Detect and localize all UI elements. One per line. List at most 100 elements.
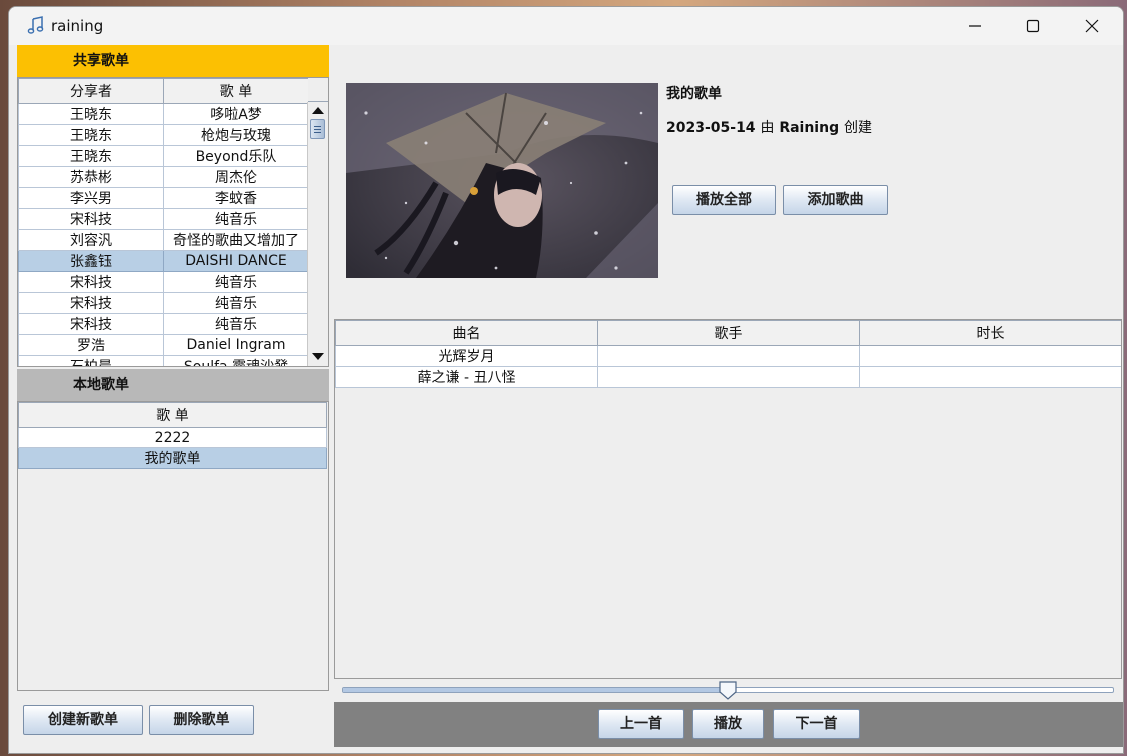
playlist-cell[interactable]: 纯音乐 bbox=[163, 271, 309, 293]
table-row[interactable]: 刘容汎 奇怪的歌曲又增加了 bbox=[18, 229, 309, 251]
song-title-cell[interactable]: 薛之谦 - 丑八怪 bbox=[335, 366, 598, 388]
table-header-row: 歌 单 bbox=[18, 402, 327, 428]
playlist-detail-panel: 我的歌单 2023-05-14 由 Raining 创建 播放全部 添加歌曲 曲… bbox=[334, 45, 1123, 747]
songs-table-container: 曲名 歌手 时长 光辉岁月 薛之谦 - 丑八怪 bbox=[334, 319, 1122, 679]
table-row[interactable]: 苏恭彬 周杰伦 bbox=[18, 166, 309, 188]
column-header-sharer[interactable]: 分享者 bbox=[18, 78, 164, 104]
table-row[interactable]: 王晓东 Beyond乐队 bbox=[18, 145, 309, 167]
create-playlist-button[interactable]: 创建新歌单 bbox=[23, 705, 143, 735]
add-song-button[interactable]: 添加歌曲 bbox=[783, 185, 888, 215]
column-header-duration[interactable]: 时长 bbox=[859, 320, 1121, 346]
play-all-button[interactable]: 播放全部 bbox=[672, 185, 776, 215]
sharer-cell[interactable]: 张鑫钰 bbox=[18, 250, 164, 272]
shared-table-scrollbar[interactable] bbox=[307, 78, 328, 366]
cover-artwork bbox=[346, 83, 658, 278]
local-playlists-table-container: 歌 单 2222 我的歌单 bbox=[17, 401, 329, 691]
sharer-cell[interactable]: 石柏晨 bbox=[18, 355, 164, 366]
column-header-artist[interactable]: 歌手 bbox=[597, 320, 860, 346]
sharer-cell[interactable]: 李兴男 bbox=[18, 187, 164, 209]
sharer-cell[interactable]: 宋科技 bbox=[18, 271, 164, 293]
playlist-cell[interactable]: 纯音乐 bbox=[163, 313, 309, 335]
column-header-playlist[interactable]: 歌 单 bbox=[18, 402, 327, 428]
table-row[interactable]: 薛之谦 - 丑八怪 bbox=[335, 366, 1121, 388]
left-panel: 共享歌单 分享者 歌 单 王晓东 哆啦A梦 王晓东 枪炮与玫瑰 王晓东 Beyond乐队苏… bbox=[17, 45, 329, 747]
playlist-cell[interactable]: Soulfa 靈魂沙發 bbox=[163, 355, 309, 366]
meta-action-text: 创建 bbox=[843, 120, 872, 136]
playlist-cell[interactable]: 哆啦A梦 bbox=[163, 103, 309, 125]
minimize-button[interactable] bbox=[947, 7, 1005, 45]
sharer-cell[interactable]: 宋科技 bbox=[18, 208, 164, 230]
song-title-cell[interactable]: 光辉岁月 bbox=[335, 345, 598, 367]
playlist-cell[interactable]: 纯音乐 bbox=[163, 208, 309, 230]
column-header-playlist[interactable]: 歌 单 bbox=[163, 78, 309, 104]
table-row[interactable]: 光辉岁月 bbox=[335, 345, 1121, 367]
music-note-icon bbox=[27, 16, 44, 34]
previous-track-button[interactable]: 上一首 bbox=[598, 709, 684, 739]
table-row[interactable]: 宋科技 纯音乐 bbox=[18, 313, 309, 335]
minimize-icon bbox=[969, 25, 981, 27]
close-icon bbox=[1085, 19, 1099, 33]
maximize-button[interactable] bbox=[1005, 7, 1063, 45]
duration-cell[interactable] bbox=[859, 366, 1121, 388]
shared-playlists-table-container: 分享者 歌 单 王晓东 哆啦A梦 王晓东 枪炮与玫瑰 王晓东 Beyond乐队 苏恭彬 周杰伦… bbox=[17, 77, 329, 367]
created-date: 2023-05-14 bbox=[666, 120, 756, 136]
table-row[interactable]: 张鑫钰 DAISHI DANCE bbox=[18, 250, 309, 272]
playlist-cell[interactable]: 我的歌单 bbox=[18, 447, 327, 469]
playlist-cell[interactable]: 2222 bbox=[18, 427, 327, 448]
table-row[interactable]: 宋科技 纯音乐 bbox=[18, 271, 309, 293]
playlist-title: 我的歌单 bbox=[666, 86, 722, 102]
artist-cell[interactable] bbox=[597, 345, 860, 367]
table-row[interactable]: 2222 bbox=[18, 427, 327, 448]
playlist-cell[interactable]: 枪炮与玫瑰 bbox=[163, 124, 309, 146]
sharer-cell[interactable]: 王晓东 bbox=[18, 145, 164, 167]
maximize-icon bbox=[1026, 19, 1040, 33]
creator-name: Raining bbox=[779, 120, 840, 136]
table-row[interactable]: 宋科技 纯音乐 bbox=[18, 208, 309, 230]
shared-playlists-table: 分享者 歌 单 王晓东 哆啦A梦 王晓东 枪炮与玫瑰 王晓东 Beyond乐队 苏恭彬 周杰伦… bbox=[18, 78, 309, 366]
table-row[interactable]: 我的歌单 bbox=[18, 447, 327, 469]
playlist-meta: 2023-05-14 由 Raining 创建 bbox=[666, 117, 872, 137]
sharer-cell[interactable]: 王晓东 bbox=[18, 124, 164, 146]
app-window: raining 共享歌单 分享者 歌 单 王晓东 哆啦A梦 王晓东 枪炮与玫瑰 王晓东 B… bbox=[8, 6, 1124, 754]
local-playlists-table: 歌 单 2222 我的歌单 bbox=[18, 402, 327, 469]
table-row[interactable]: 宋科技 纯音乐 bbox=[18, 292, 309, 314]
column-header-title[interactable]: 曲名 bbox=[335, 320, 598, 346]
playlist-cell[interactable]: DAISHI DANCE bbox=[163, 250, 309, 272]
playlist-cell[interactable]: Daniel Ingram bbox=[163, 334, 309, 356]
playlist-cell[interactable]: 周杰伦 bbox=[163, 166, 309, 188]
artist-cell[interactable] bbox=[597, 366, 860, 388]
table-row[interactable]: 王晓东 枪炮与玫瑰 bbox=[18, 124, 309, 146]
duration-cell[interactable] bbox=[859, 345, 1121, 367]
window-title: raining bbox=[51, 17, 104, 35]
sharer-cell[interactable]: 王晓东 bbox=[18, 103, 164, 125]
sharer-cell[interactable]: 宋科技 bbox=[18, 313, 164, 335]
progress-thumb[interactable] bbox=[718, 681, 738, 701]
sharer-cell[interactable]: 苏恭彬 bbox=[18, 166, 164, 188]
play-button[interactable]: 播放 bbox=[692, 709, 764, 739]
table-row[interactable]: 王晓东 哆啦A梦 bbox=[18, 103, 309, 125]
playlist-cover-image bbox=[346, 83, 658, 278]
sharer-cell[interactable]: 刘容汎 bbox=[18, 229, 164, 251]
playlist-cell[interactable]: Beyond乐队 bbox=[163, 145, 309, 167]
next-track-button[interactable]: 下一首 bbox=[773, 709, 860, 739]
playlist-cell[interactable]: 奇怪的歌曲又增加了 bbox=[163, 229, 309, 251]
meta-by-text: 由 bbox=[760, 120, 775, 136]
sharer-cell[interactable]: 宋科技 bbox=[18, 292, 164, 314]
playlist-cell[interactable]: 李蚊香 bbox=[163, 187, 309, 209]
table-header-row: 曲名 歌手 时长 bbox=[335, 320, 1121, 346]
close-button[interactable] bbox=[1064, 7, 1122, 45]
table-row[interactable]: 罗浩 Daniel Ingram bbox=[18, 334, 309, 356]
scroll-down-icon[interactable] bbox=[312, 353, 324, 360]
table-row[interactable]: 李兴男 李蚊香 bbox=[18, 187, 309, 209]
delete-playlist-button[interactable]: 删除歌单 bbox=[149, 705, 254, 735]
table-header-row: 分享者 歌 单 bbox=[18, 78, 309, 104]
playlist-cell[interactable]: 纯音乐 bbox=[163, 292, 309, 314]
sharer-cell[interactable]: 罗浩 bbox=[18, 334, 164, 356]
playback-controls-bar: 上一首 播放 下一首 bbox=[334, 702, 1123, 747]
songs-table: 曲名 歌手 时长 光辉岁月 薛之谦 - 丑八怪 bbox=[335, 320, 1121, 388]
scroll-thumb[interactable] bbox=[310, 119, 325, 139]
shared-playlists-header: 共享歌单 bbox=[17, 45, 329, 77]
title-bar[interactable]: raining bbox=[9, 7, 1123, 45]
table-row[interactable]: 石柏晨 Soulfa 靈魂沙發 bbox=[18, 355, 309, 366]
scroll-up-icon[interactable] bbox=[312, 107, 324, 114]
